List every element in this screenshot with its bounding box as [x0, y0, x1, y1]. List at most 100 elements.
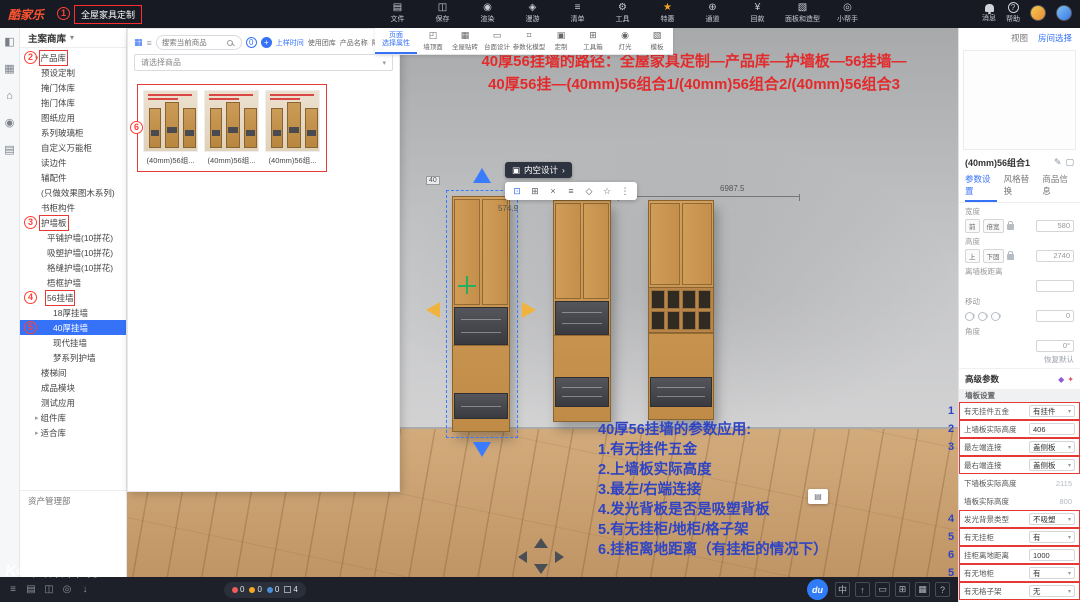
- param-input[interactable]: 406: [1029, 423, 1075, 435]
- param-input[interactable]: 1000: [1029, 549, 1075, 561]
- tree-item-11[interactable]: 护墙板 3: [20, 214, 126, 231]
- topbar-tool-promo[interactable]: ★ 特惠: [645, 2, 690, 24]
- tree-item-2[interactable]: 掩门体库: [20, 80, 126, 95]
- param-chip[interactable]: 下固: [982, 248, 1004, 263]
- secondary-tool-1[interactable]: ▦ 全屋贴砖: [449, 28, 481, 54]
- language-icon[interactable]: 中: [835, 582, 850, 597]
- tab-product-info[interactable]: 商品信息: [1042, 173, 1074, 202]
- expand-icon[interactable]: ▢: [1065, 157, 1074, 168]
- secondary-tool-5[interactable]: ⊞ 工具箱: [577, 28, 609, 54]
- tree-item-16[interactable]: 56挂墙 4: [20, 289, 126, 306]
- tree-item-19[interactable]: 现代挂墙: [20, 335, 126, 350]
- messages-button[interactable]: 消息: [982, 3, 996, 23]
- secondary-tool-6[interactable]: ◉ 灯光: [609, 28, 641, 54]
- columns-icon[interactable]: ◫: [40, 584, 58, 595]
- param-select[interactable]: 盖侧板 ▾: [1029, 441, 1075, 453]
- secondary-tool-4[interactable]: ▣ 定制: [545, 28, 577, 54]
- topbar-tool-save[interactable]: ◫ 保存: [420, 2, 465, 24]
- expand-icon[interactable]: ▸: [35, 429, 39, 437]
- param-select[interactable]: 不吸塑 ▾: [1029, 513, 1075, 525]
- param-select[interactable]: 盖侧板 ▾: [1029, 459, 1075, 471]
- param-select[interactable]: 有挂件 ▾: [1029, 405, 1075, 417]
- topbar-tool-helper[interactable]: ◎ 小帮手: [825, 2, 870, 24]
- search-icon[interactable]: [226, 39, 233, 46]
- compass-left-icon[interactable]: [518, 551, 527, 563]
- tree-item-12[interactable]: 平铺护墙(10拼花): [20, 230, 126, 245]
- move-toggle[interactable]: [978, 311, 988, 321]
- avatar[interactable]: [1030, 5, 1046, 21]
- inner-space-design-button[interactable]: ▣ 内空设计 ›: [505, 162, 572, 178]
- topbar-tool-file[interactable]: ▤ 文件: [375, 2, 420, 24]
- tab-view[interactable]: 视图: [1011, 32, 1028, 44]
- box-counter[interactable]: 4: [284, 585, 298, 594]
- scale-icon[interactable]: ⊡: [509, 184, 525, 198]
- compass-down-icon[interactable]: [534, 564, 548, 574]
- tree-item-9[interactable]: (只做效果图木系列): [20, 185, 126, 200]
- param-value-input[interactable]: [1036, 279, 1074, 292]
- help-button[interactable]: ? 帮助: [1006, 2, 1020, 24]
- secondary-tool-2[interactable]: ▭ 台面设计: [481, 28, 513, 54]
- storage-icon[interactable]: ▤: [3, 144, 16, 157]
- compass-right-icon[interactable]: [555, 551, 564, 563]
- furniture-icon[interactable]: ⌂: [3, 90, 16, 103]
- add-filter-icon[interactable]: +: [260, 37, 272, 48]
- tree-item-17[interactable]: 18厚挂墙: [20, 305, 126, 320]
- topbar-tool-payment[interactable]: ¥ 回款: [735, 2, 780, 24]
- counter-1[interactable]: 0: [249, 585, 262, 594]
- tree-item-0[interactable]: ▾ 产品库 2: [20, 49, 126, 66]
- advanced-parameters-header[interactable]: 高级参数 ◆ ✦: [959, 368, 1080, 389]
- more-icon[interactable]: ⋮: [617, 184, 633, 198]
- qrcode-icon[interactable]: ▦: [915, 582, 930, 597]
- param-chip[interactable]: 上: [965, 248, 980, 263]
- tab-whole-house-customization[interactable]: 全屋家具定制: [74, 4, 143, 24]
- topbar-tool-tools[interactable]: ⚙ 工具: [600, 2, 645, 24]
- product-card-2[interactable]: (40mm)56组...: [265, 90, 320, 166]
- tree-item-1[interactable]: 预设定制: [20, 65, 126, 80]
- style-brush-icon[interactable]: ✦: [1067, 375, 1074, 384]
- search-input[interactable]: [161, 38, 224, 47]
- duplicate-icon[interactable]: ⊞: [527, 184, 543, 198]
- topbar-tool-roam[interactable]: ◈ 漫游: [510, 2, 555, 24]
- move-up-arrow[interactable]: [473, 168, 491, 183]
- product-filter-select[interactable]: 请选择商品 ▾: [134, 54, 393, 71]
- material-icon[interactable]: ◇: [581, 184, 597, 198]
- delete-icon[interactable]: ×: [545, 184, 561, 198]
- lock-icon[interactable]: [1006, 250, 1014, 260]
- edit-icon[interactable]: ✎: [1054, 157, 1062, 168]
- filter-count-badge[interactable]: 0: [245, 37, 257, 48]
- visible-icon[interactable]: ◎: [58, 584, 76, 595]
- tree-item-13[interactable]: 吸塑护墙(10拼花): [20, 245, 126, 260]
- secondary-tool-3[interactable]: ⌗ 参数化模型: [513, 28, 546, 54]
- tree-item-8[interactable]: 辅配件: [20, 170, 126, 185]
- topbar-tool-list[interactable]: ≡ 清单: [555, 2, 600, 24]
- move-right-arrow[interactable]: [522, 302, 536, 318]
- param-chip[interactable]: 前: [965, 218, 980, 233]
- download-icon[interactable]: ↓: [76, 584, 94, 595]
- layers-icon[interactable]: ▤: [22, 584, 40, 595]
- team-icon[interactable]: ◉: [3, 117, 16, 130]
- compass-up-icon[interactable]: [534, 538, 548, 548]
- counter-0[interactable]: 0: [232, 585, 244, 594]
- tree-item-18[interactable]: 40厚挂墙 5: [20, 320, 126, 335]
- search-box[interactable]: [155, 35, 242, 50]
- param-value-input[interactable]: 0: [1036, 309, 1074, 322]
- param-select[interactable]: 有 ▾: [1029, 531, 1075, 543]
- tree-item-14[interactable]: 格缝护墙(10拼花): [20, 260, 126, 275]
- design-icon[interactable]: ◧: [3, 36, 16, 49]
- move-left-arrow[interactable]: [426, 302, 440, 318]
- paint-bucket-icon[interactable]: ◆: [1058, 375, 1064, 384]
- catalog-footer-link[interactable]: 资产管理部: [20, 490, 126, 511]
- product-card-1[interactable]: (40mm)56组...: [204, 90, 259, 166]
- tree-item-5[interactable]: 系列玻璃柜: [20, 125, 126, 140]
- tree-item-24[interactable]: ▸ 组件库: [20, 410, 126, 425]
- tab-room-select[interactable]: 房间选择: [1038, 32, 1072, 44]
- param-value-input[interactable]: 0°: [1036, 339, 1074, 352]
- axis-gizmo[interactable]: [458, 276, 478, 296]
- tree-item-7[interactable]: 读边件: [20, 155, 126, 170]
- grid-view-icon[interactable]: ▦: [134, 37, 143, 48]
- tab-parameter-settings[interactable]: 参数设置: [965, 173, 997, 202]
- catalog-header[interactable]: 主案商库 ▾: [20, 28, 126, 48]
- move-down-arrow[interactable]: [473, 442, 491, 457]
- view-compass[interactable]: [518, 538, 564, 574]
- param-value-input[interactable]: 580: [1036, 219, 1074, 232]
